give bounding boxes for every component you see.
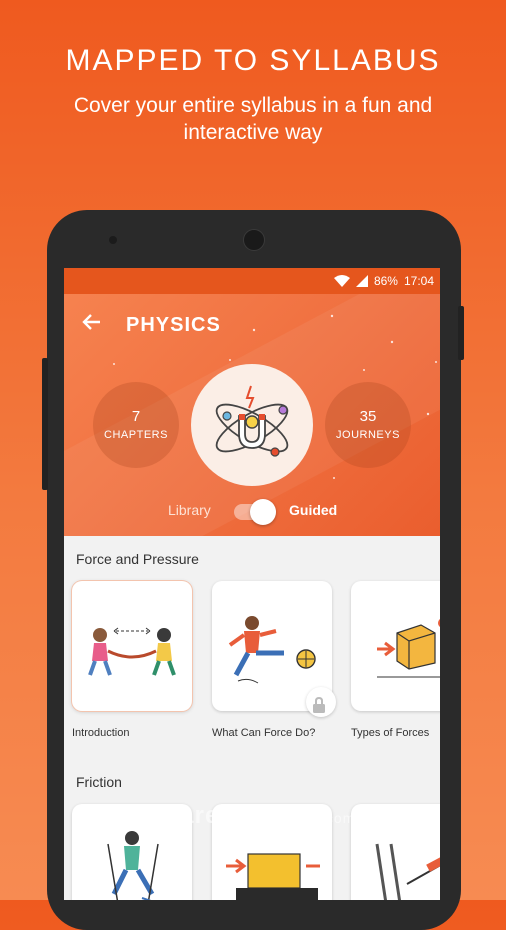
kicking-ball-illustration-icon [228,616,316,684]
phone-power-button [458,306,464,360]
journeys-stat: 35 JOURNEYS [325,382,411,468]
tug-of-war-illustration-icon [88,627,176,676]
card-caption: Introduction [72,727,130,739]
card-caption: What Can Force Do? [212,727,316,739]
atom-magnet-emblem-icon [191,364,313,486]
phone-sensor-dot [109,236,117,244]
guided-option[interactable]: Guided [289,502,337,518]
section-title: Force and Pressure [76,551,199,567]
lock-icon [306,687,336,717]
chapters-stat: 7 CHAPTERS [93,382,179,468]
library-option[interactable]: Library [168,502,211,518]
journeys-count: 35 [359,408,377,425]
watermark: SoftwareSuggest.com [110,802,355,830]
inclined-ramp-illustration-icon [375,843,440,900]
journey-card[interactable] [351,581,440,711]
wifi-icon [333,275,350,287]
phone-volume-button [42,358,48,490]
card-caption: Types of Forces [351,727,430,739]
clock: 17:04 [403,274,434,288]
watermark-text: SoftwareSuggest [110,802,322,829]
phone-speaker-icon [243,229,265,251]
journey-card[interactable] [72,581,192,711]
toggle-knob[interactable] [250,499,276,525]
section-title: Friction [76,774,122,790]
watermark-suffix: .com [321,810,356,826]
battery-level: 86% [373,274,398,288]
pushing-box-illustration-icon [377,619,440,678]
subject-header: PHYSICS 7 CHAPTERS 35 JOURNEYS Library G… [64,294,440,536]
chapters-count: 7 [131,408,141,425]
journeys-label: JOURNEYS [336,429,400,441]
journey-card[interactable] [212,581,336,717]
status-bar: 86% 17:04 [64,268,440,294]
hero-title: MAPPED TO SYLLABUS [65,44,441,77]
journey-card[interactable] [351,804,440,900]
signal-icon [355,275,368,287]
chapters-label: CHAPTERS [104,429,168,441]
hero-subtitle: Cover your entire syllabus in a fun and … [73,94,433,144]
